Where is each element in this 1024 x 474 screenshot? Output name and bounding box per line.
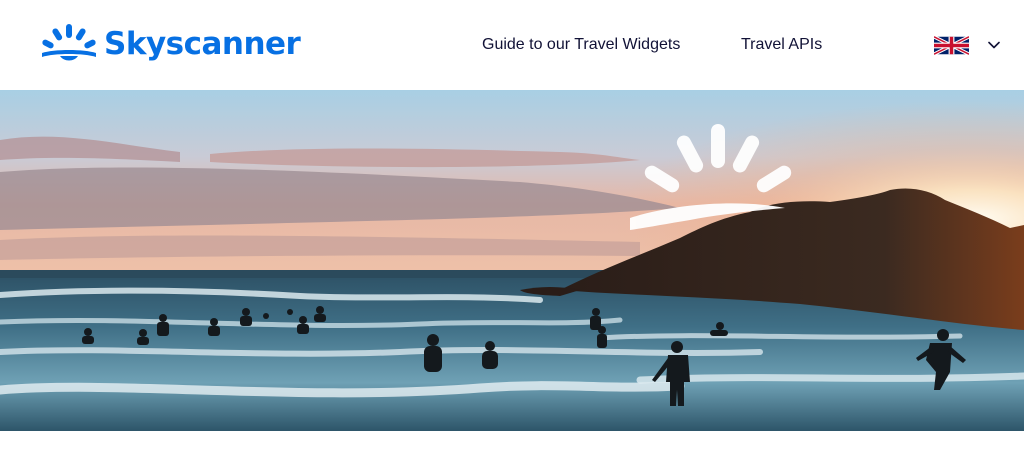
sunrise-logo-icon bbox=[42, 24, 96, 61]
chevron-down-icon bbox=[988, 41, 1000, 49]
site-header: Skyscanner Guide to our Travel Widgets T… bbox=[0, 0, 1024, 90]
brand-name: Skyscanner bbox=[104, 26, 301, 62]
uk-flag-icon bbox=[934, 35, 969, 55]
page-content-area bbox=[0, 431, 1024, 474]
beach-sunset-image bbox=[0, 90, 1024, 431]
language-selector[interactable] bbox=[934, 34, 1004, 56]
nav-apis-link[interactable]: Travel APIs bbox=[741, 34, 822, 56]
nav-guide-link[interactable]: Guide to our Travel Widgets bbox=[482, 34, 680, 56]
hero-banner bbox=[0, 90, 1024, 431]
skyscanner-logo[interactable]: Skyscanner bbox=[40, 22, 301, 66]
